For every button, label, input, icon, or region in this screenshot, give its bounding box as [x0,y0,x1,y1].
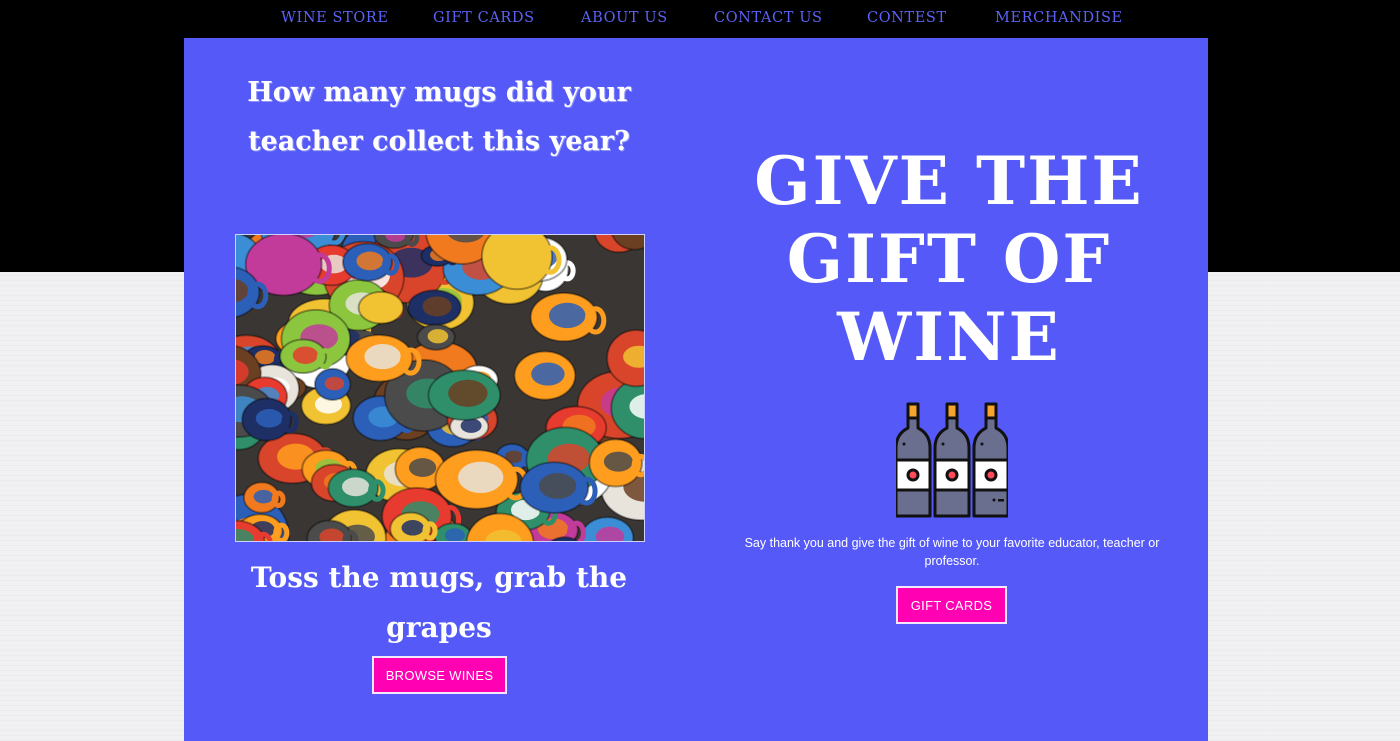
nav-link-about-us[interactable]: ABOUT US [581,10,668,26]
gift-cards-button[interactable]: GIFT CARDS [896,586,1007,624]
nav-link-wine-store[interactable]: WINE STORE [281,10,389,26]
main-nav: WINE STORE GIFT CARDS ABOUT US CONTACT U… [0,0,1400,37]
mugs-photo [235,234,645,542]
wine-bottles-icon [894,400,1010,520]
nav-link-gift-cards[interactable]: GIFT CARDS [433,10,535,26]
mugs-question-heading: How many mugs did your teacher collect t… [247,77,631,157]
nav-link-merchandise[interactable]: MERCHANDISE [995,10,1123,26]
content-panel: How many mugs did your teacher collect t… [184,38,1208,741]
nav-link-contest[interactable]: CONTEST [867,10,947,26]
toss-mugs-heading: Toss the mugs, grab the grapes [250,561,628,644]
gift-description: Say thank you and give the gift of wine … [744,536,1160,568]
hero-title: GIVE THE GIFT OF WINE [754,142,1144,376]
nav-link-contact-us[interactable]: CONTACT US [714,10,823,26]
browse-wines-button[interactable]: BROWSE WINES [372,656,507,694]
